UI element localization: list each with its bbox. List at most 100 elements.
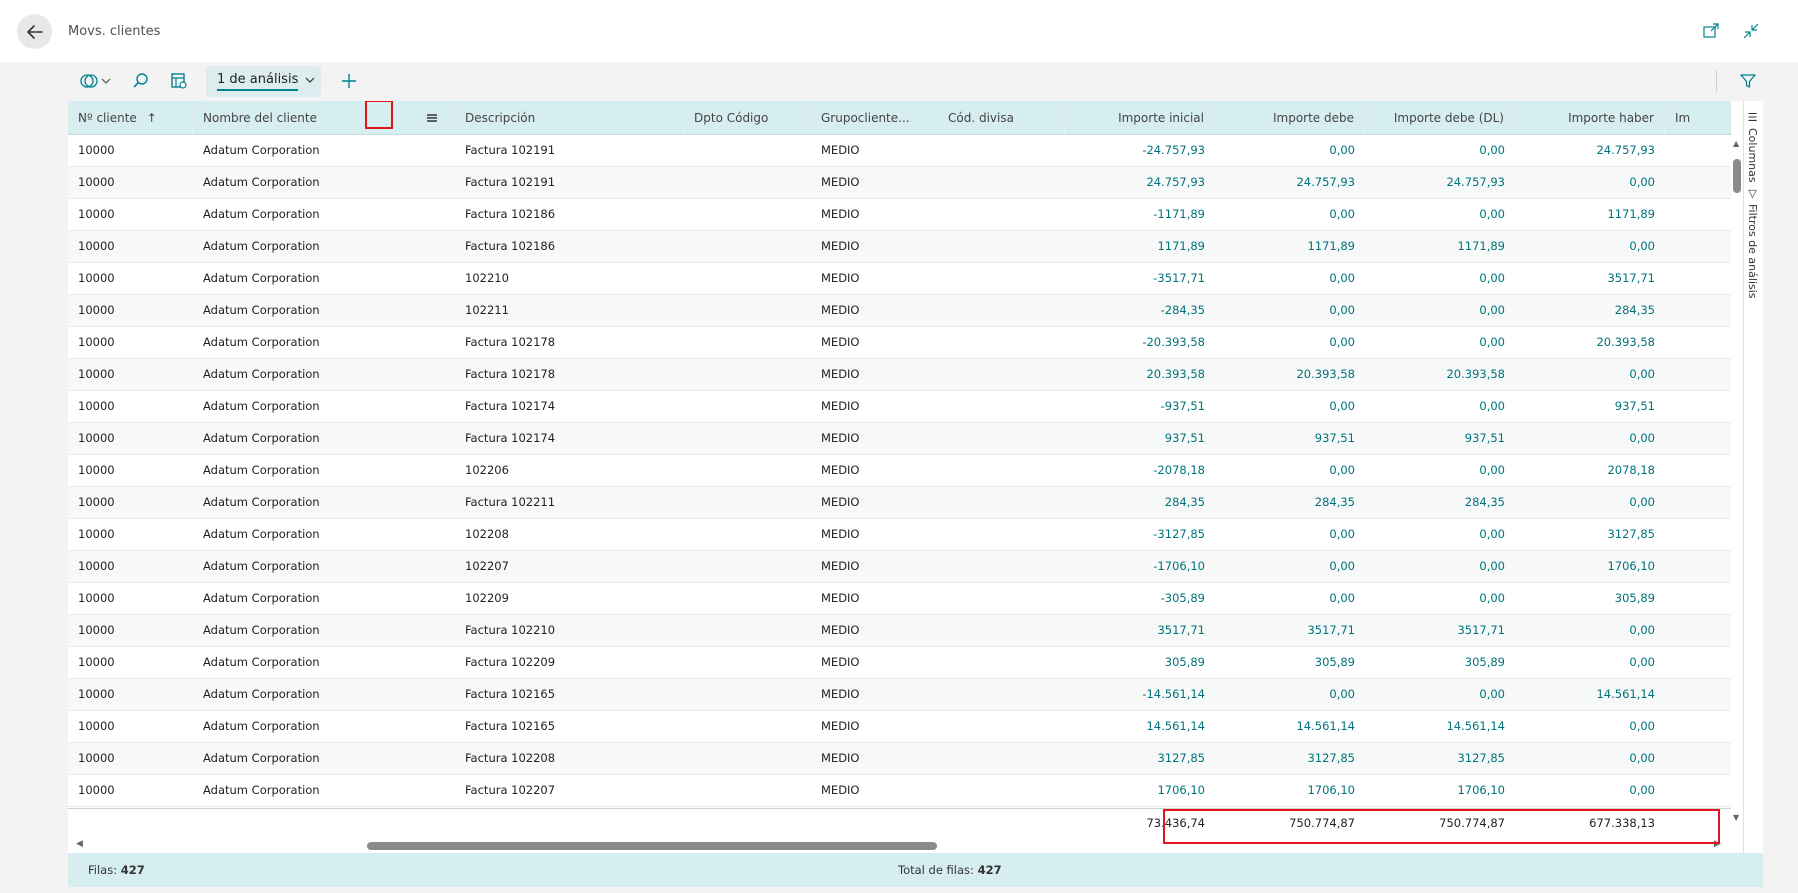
table-row[interactable]: 10000 Adatum Corporation 102206 MEDIO -2078,…: [68, 455, 1731, 487]
cell-credit-amount[interactable]: 20.393,58: [1515, 327, 1665, 359]
cell-debit-amount-lcy[interactable]: 284,35: [1365, 487, 1515, 519]
cell-debit-amount-lcy[interactable]: 20.393,58: [1365, 359, 1515, 391]
horizontal-scrollbar[interactable]: ◀ ▶: [68, 838, 1731, 853]
search-button[interactable]: [132, 71, 150, 91]
table-row[interactable]: 10000 Adatum Corporation Factura 102165 MED…: [68, 679, 1731, 711]
col-header-credit-amount[interactable]: Importe haber: [1515, 101, 1665, 135]
horizontal-scroll-thumb[interactable]: [367, 842, 937, 850]
cell-credit-amount[interactable]: 0,00: [1515, 359, 1665, 391]
table-row[interactable]: 10000 Adatum Corporation Factura 102191 MED…: [68, 167, 1731, 199]
cell-debit-amount-lcy[interactable]: 0,00: [1365, 263, 1515, 295]
cell-credit-amount[interactable]: 3517,71: [1515, 263, 1665, 295]
cell-original-amount[interactable]: 3517,71: [1065, 615, 1215, 647]
cell-original-amount[interactable]: -1171,89: [1065, 199, 1215, 231]
cell-debit-amount-lcy[interactable]: 0,00: [1365, 519, 1515, 551]
cell-debit-amount[interactable]: 284,35: [1215, 487, 1365, 519]
tab-analysis[interactable]: 1 de análisis: [206, 66, 321, 97]
col-header-original-amount[interactable]: Importe inicial: [1065, 101, 1215, 135]
col-header-dept-code[interactable]: Dpto Código: [684, 101, 811, 135]
cell-credit-amount[interactable]: 1706,10: [1515, 551, 1665, 583]
cell-original-amount[interactable]: -20.393,58: [1065, 327, 1215, 359]
cell-debit-amount[interactable]: 0,00: [1215, 583, 1365, 615]
table-row[interactable]: 10000 Adatum Corporation Factura 102174 MED…: [68, 423, 1731, 455]
cell-original-amount[interactable]: -2078,18: [1065, 455, 1215, 487]
cell-original-amount[interactable]: 305,89: [1065, 647, 1215, 679]
table-row[interactable]: 10000 Adatum Corporation Factura 102174 MED…: [68, 391, 1731, 423]
cell-debit-amount-lcy[interactable]: 0,00: [1365, 199, 1515, 231]
cell-credit-amount[interactable]: 0,00: [1515, 231, 1665, 263]
table-row[interactable]: 10000 Adatum Corporation Factura 102209 MED…: [68, 647, 1731, 679]
cell-credit-amount[interactable]: 0,00: [1515, 743, 1665, 775]
cell-credit-amount[interactable]: 2078,18: [1515, 455, 1665, 487]
cell-debit-amount[interactable]: 0,00: [1215, 135, 1365, 167]
cell-debit-amount-lcy[interactable]: 305,89: [1365, 647, 1515, 679]
cell-credit-amount[interactable]: 14.561,14: [1515, 679, 1665, 711]
cell-original-amount[interactable]: 1706,10: [1065, 775, 1215, 807]
cell-debit-amount[interactable]: 937,51: [1215, 423, 1365, 455]
table-row[interactable]: 10000 Adatum Corporation Factura 102210 MED…: [68, 615, 1731, 647]
cell-debit-amount[interactable]: 0,00: [1215, 455, 1365, 487]
collapse-icon[interactable]: [1742, 22, 1760, 40]
cell-original-amount[interactable]: -3127,85: [1065, 519, 1215, 551]
cell-debit-amount-lcy[interactable]: 3517,71: [1365, 615, 1515, 647]
cell-original-amount[interactable]: 24.757,93: [1065, 167, 1215, 199]
edit-list-button[interactable]: [170, 71, 188, 91]
cell-original-amount[interactable]: 14.561,14: [1065, 711, 1215, 743]
cell-debit-amount-lcy[interactable]: 3127,85: [1365, 743, 1515, 775]
cell-debit-amount-lcy[interactable]: 0,00: [1365, 391, 1515, 423]
cell-debit-amount-lcy[interactable]: 0,00: [1365, 295, 1515, 327]
cell-debit-amount-lcy[interactable]: 24.757,93: [1365, 167, 1515, 199]
cell-debit-amount[interactable]: 0,00: [1215, 391, 1365, 423]
col-header-customer-no[interactable]: Nº cliente ↑: [68, 101, 193, 135]
cell-original-amount[interactable]: -3517,71: [1065, 263, 1215, 295]
cell-original-amount[interactable]: 1171,89: [1065, 231, 1215, 263]
cell-credit-amount[interactable]: 0,00: [1515, 167, 1665, 199]
cell-debit-amount[interactable]: 305,89: [1215, 647, 1365, 679]
cell-credit-amount[interactable]: 0,00: [1515, 647, 1665, 679]
scroll-up-icon[interactable]: ▲: [1733, 139, 1739, 148]
back-button[interactable]: [17, 14, 52, 49]
cell-credit-amount[interactable]: 1171,89: [1515, 199, 1665, 231]
scroll-right-icon[interactable]: ▶: [1714, 839, 1721, 849]
cell-credit-amount[interactable]: 0,00: [1515, 711, 1665, 743]
cell-debit-amount-lcy[interactable]: 0,00: [1365, 583, 1515, 615]
add-analysis-button[interactable]: [340, 71, 358, 91]
col-header-customer-name[interactable]: Nombre del cliente: [193, 101, 455, 135]
cell-original-amount[interactable]: -14.561,14: [1065, 679, 1215, 711]
cell-debit-amount[interactable]: 1706,10: [1215, 775, 1365, 807]
cell-credit-amount[interactable]: 0,00: [1515, 423, 1665, 455]
cell-debit-amount[interactable]: 0,00: [1215, 519, 1365, 551]
table-row[interactable]: 10000 Adatum Corporation 102211 MEDIO -284,3…: [68, 295, 1731, 327]
cell-credit-amount[interactable]: 284,35: [1515, 295, 1665, 327]
col-header-debit-amount-lcy[interactable]: Importe debe (DL): [1365, 101, 1515, 135]
cell-debit-amount-lcy[interactable]: 0,00: [1365, 679, 1515, 711]
table-row[interactable]: 10000 Adatum Corporation Factura 102186 MED…: [68, 231, 1731, 263]
cell-debit-amount[interactable]: 3517,71: [1215, 615, 1365, 647]
cell-debit-amount[interactable]: 3127,85: [1215, 743, 1365, 775]
cell-credit-amount[interactable]: 3127,85: [1515, 519, 1665, 551]
cell-debit-amount-lcy[interactable]: 0,00: [1365, 327, 1515, 359]
cell-debit-amount-lcy[interactable]: 14.561,14: [1365, 711, 1515, 743]
vertical-scroll-thumb[interactable]: [1733, 159, 1741, 193]
cell-original-amount[interactable]: -1706,10: [1065, 551, 1215, 583]
filter-button[interactable]: [1739, 71, 1757, 91]
table-row[interactable]: 10000 Adatum Corporation Factura 102208 MED…: [68, 743, 1731, 775]
col-header-more[interactable]: Im: [1665, 101, 1731, 135]
table-row[interactable]: 10000 Adatum Corporation Factura 102211 MED…: [68, 487, 1731, 519]
table-row[interactable]: 10000 Adatum Corporation Factura 102207 MED…: [68, 775, 1731, 807]
open-in-new-window-icon[interactable]: [1702, 22, 1720, 40]
cell-debit-amount[interactable]: 0,00: [1215, 679, 1365, 711]
cell-credit-amount[interactable]: 305,89: [1515, 583, 1665, 615]
cell-original-amount[interactable]: -937,51: [1065, 391, 1215, 423]
col-header-customer-group[interactable]: Grupocliente...: [811, 101, 938, 135]
col-header-description[interactable]: Descripción: [455, 101, 684, 135]
cell-debit-amount-lcy[interactable]: 0,00: [1365, 455, 1515, 487]
cell-debit-amount-lcy[interactable]: 0,00: [1365, 135, 1515, 167]
cell-credit-amount[interactable]: 937,51: [1515, 391, 1665, 423]
cell-debit-amount-lcy[interactable]: 1171,89: [1365, 231, 1515, 263]
table-row[interactable]: 10000 Adatum Corporation Factura 102178 MED…: [68, 359, 1731, 391]
cell-credit-amount[interactable]: 0,00: [1515, 615, 1665, 647]
table-row[interactable]: 10000 Adatum Corporation Factura 102191 MED…: [68, 135, 1731, 167]
table-row[interactable]: 10000 Adatum Corporation 102208 MEDIO -3127,…: [68, 519, 1731, 551]
cell-debit-amount-lcy[interactable]: 0,00: [1365, 551, 1515, 583]
